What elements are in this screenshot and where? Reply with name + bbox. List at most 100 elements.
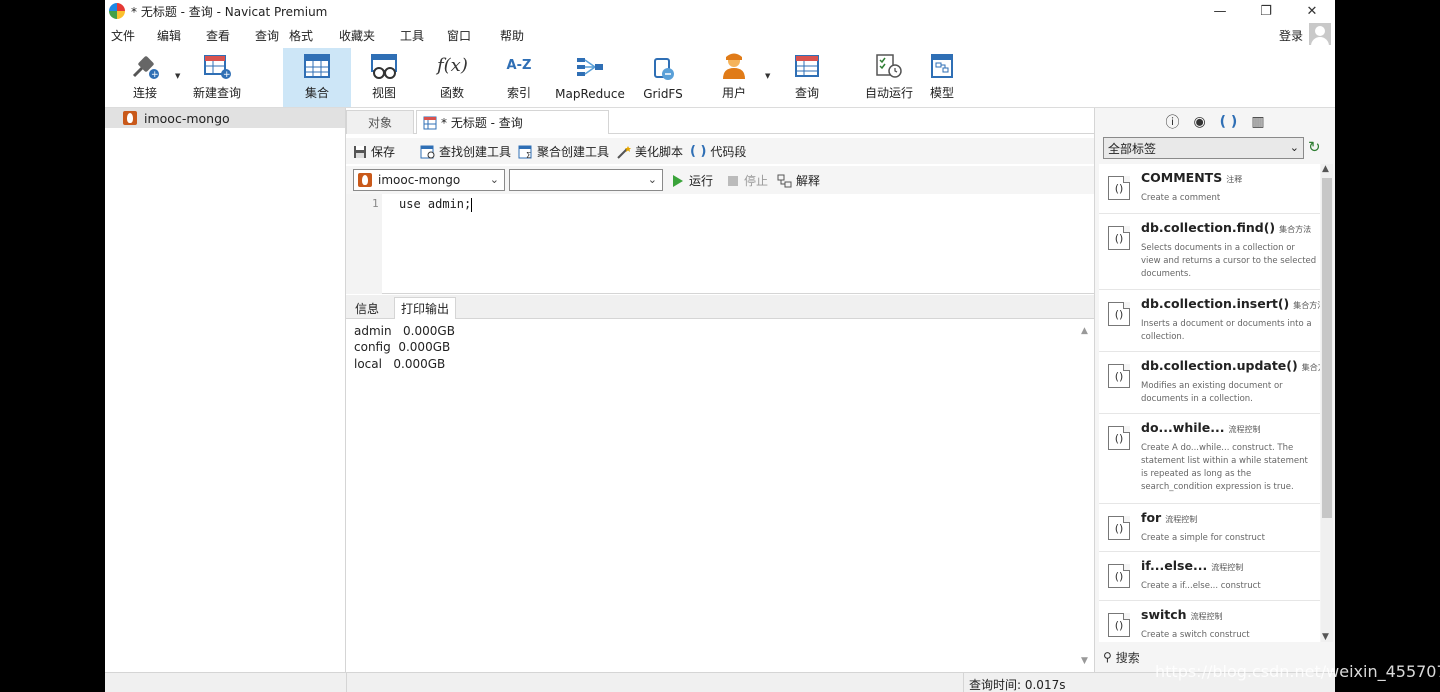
tab-objects[interactable]: 对象 [346,110,414,134]
tab-query[interactable]: * 无标题 - 查询 [416,110,609,134]
menu-format[interactable]: 格式 [289,27,313,44]
run-button[interactable]: 运行 [672,172,713,189]
minimize-button[interactable]: — [1197,0,1243,22]
index-button[interactable]: A-Z 索引 [494,48,544,107]
snippet-item[interactable]: () switch 流程控制 Create a switch construct [1099,601,1320,642]
tab-print-output[interactable]: 打印输出 [394,297,457,319]
query-time: 查询时间: 0.017s [969,678,1066,692]
query-button[interactable]: 查询 [782,48,832,107]
mapreduce-label: MapReduce [555,87,625,101]
output-scrollbar[interactable]: ▲ ▼ [1080,324,1092,668]
info-icon[interactable]: ⓘ [1165,112,1179,132]
window-title: * 无标题 - 查询 - Navicat Premium [131,4,328,19]
code-editor[interactable]: 1 use admin; [346,194,1094,294]
save-button[interactable]: 保存 [353,143,395,160]
snippet-item[interactable]: () db.collection.update()集合方法 Modifies a… [1099,352,1320,414]
scrollbar-thumb[interactable] [1322,178,1332,518]
connection-select[interactable]: imooc-mongo ⌄ [353,169,505,191]
tree-item-connection[interactable]: imooc-mongo [105,108,345,128]
scroll-down-icon[interactable]: ▼ [1322,632,1329,642]
user-dropdown-arrow-icon[interactable]: ▼ [765,72,770,80]
tag-filter-value: 全部标签 [1108,141,1157,156]
mongodb-leaf-icon [358,173,372,187]
explain-tree-icon [777,174,792,187]
columns-icon[interactable]: ▥ [1251,114,1264,130]
code-snippet-icon[interactable]: ( ) [1220,114,1238,130]
status-bar: 查询时间: 0.017s [105,672,1335,692]
menu-favorites[interactable]: 收藏夹 [339,27,375,44]
output-line: admin 0.000GB [354,324,455,338]
snippet-button[interactable]: ( ) 代码段 [690,143,746,160]
menu-file[interactable]: 文件 [111,27,135,44]
gridfs-button[interactable]: GridFS [637,48,689,107]
connect-dropdown-arrow-icon[interactable]: ▼ [175,72,180,80]
find-builder-label: 查找创建工具 [439,145,512,159]
snippet-scrollbar[interactable]: ▲ ▼ [1321,164,1333,642]
snippet-file-icon: () [1108,516,1130,540]
collection-button[interactable]: 集合 [283,48,351,107]
aggregate-builder-label: 聚合创建工具 [537,145,610,159]
refresh-icon[interactable]: ↻ [1308,138,1321,156]
mapreduce-icon [575,55,605,83]
database-select[interactable]: ⌄ [509,169,663,191]
menu-view[interactable]: 查看 [206,27,230,44]
snippet-desc: Create a switch construct [1141,630,1250,640]
menu-help[interactable]: 帮助 [500,27,524,44]
view-button[interactable]: 视图 [359,48,409,107]
panel-mode-icons: ⓘ ◉ ( ) ▥ [1095,110,1335,134]
snippet-list: () COMMENTS 注释 Create a comment () db.col… [1099,164,1320,642]
maximize-button[interactable]: ❐ [1243,0,1289,22]
beautify-button[interactable]: 美化脚本 [616,143,683,160]
eye-icon[interactable]: ◉ [1193,114,1205,130]
chevron-down-icon: ⌄ [647,173,657,186]
snippet-file-icon: () [1108,302,1130,326]
connect-button[interactable]: + 连接 [115,48,175,107]
user-button[interactable]: 用户 [709,48,759,107]
snippet-file-icon: () [1108,613,1130,637]
menu-query[interactable]: 查询 [255,27,279,44]
search-label: 搜索 [1115,650,1140,665]
explain-button[interactable]: 解释 [777,172,820,189]
avatar[interactable] [1309,23,1331,45]
function-button[interactable]: f(x) 函数 [427,48,477,107]
close-button[interactable]: ✕ [1289,0,1335,22]
model-label: 模型 [929,86,954,100]
menu-tools[interactable]: 工具 [400,27,424,44]
stop-button[interactable]: 停止 [727,172,768,189]
snippet-item[interactable]: () COMMENTS 注释 Create a comment [1099,164,1320,214]
new-query-button[interactable]: + 新建查询 [189,48,245,107]
connect-label: 连接 [132,86,157,100]
mapreduce-button[interactable]: MapReduce [553,48,627,107]
code-line[interactable]: use admin; [399,197,473,212]
document-tabs: 对象 * 无标题 - 查询 [346,108,1094,134]
snippet-item[interactable]: () db.collection.insert()集合方法 Inserts a … [1099,290,1320,352]
scroll-down-icon[interactable]: ▼ [1081,656,1088,666]
autorun-label: 自动运行 [864,86,913,100]
snippet-item[interactable]: () db.collection.find() 集合方法 Selects docu… [1099,214,1320,290]
snippet-file-icon: () [1108,426,1130,450]
snippet-desc: Inserts a document or documents into a c… [1141,319,1312,342]
save-disk-icon [354,145,366,158]
code-text: use admin; [399,197,472,211]
menu-window[interactable]: 窗口 [447,27,471,44]
snippet-item[interactable]: () for 流程控制 Create a simple for construct [1099,504,1320,552]
model-button[interactable]: 模型 [917,48,967,107]
aggregate-builder-button[interactable]: Σ 聚合创建工具 [518,143,609,160]
snippet-title: COMMENTS 注释 [1141,170,1243,185]
scroll-up-icon[interactable]: ▲ [1081,326,1088,336]
snippet-title: for 流程控制 [1141,510,1198,525]
snippet-item[interactable]: () do...while... 流程控制 Create A do...while… [1099,414,1320,504]
tab-info[interactable]: 信息 [349,297,385,319]
scroll-up-icon[interactable]: ▲ [1322,164,1329,174]
navicat-window: * 无标题 - 查询 - Navicat Premium — ❐ ✕ 文件 编辑… [105,0,1335,692]
output-pane: admin 0.000GB config 0.000GB local 0.000… [346,320,1094,672]
menu-edit[interactable]: 编辑 [157,27,181,44]
connect-plug-icon: + [130,52,160,80]
find-builder-button[interactable]: 查找创建工具 [420,143,511,160]
collection-grid-icon [302,52,332,80]
snippet-category: 流程控制 [1228,425,1261,434]
snippet-item[interactable]: () if...else... 流程控制 Create a if...else..… [1099,552,1320,601]
tag-filter-select[interactable]: 全部标签 ⌄ [1103,137,1304,159]
login-link[interactable]: 登录 [1279,27,1303,44]
snippet-title: switch 流程控制 [1141,607,1223,622]
